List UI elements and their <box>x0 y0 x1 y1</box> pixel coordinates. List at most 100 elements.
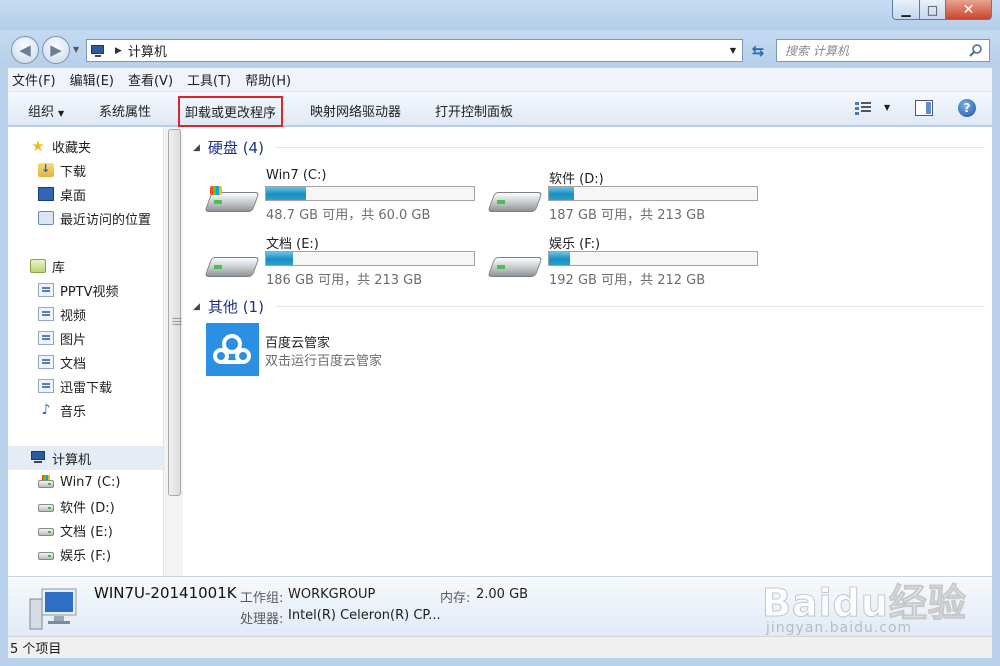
system-drive-icon <box>204 186 260 216</box>
nav-drive-e[interactable]: 文档 (E:) <box>8 519 163 541</box>
menu-help[interactable]: 帮助(H) <box>245 70 291 89</box>
hard-drive-icon <box>38 551 54 560</box>
nav-label: Win7 (C:) <box>60 474 121 490</box>
view-options-dropdown[interactable]: ▼ <box>884 103 890 112</box>
menu-edit[interactable]: 编辑(E) <box>70 70 114 89</box>
maximize-button[interactable]: □ <box>920 0 946 20</box>
nav-lib-music[interactable]: ♪ 音乐 <box>8 399 163 421</box>
nav-label: 图片 <box>60 332 87 348</box>
nav-drive-c[interactable]: Win7 (C:) <box>8 471 163 493</box>
nav-lib-pictures[interactable]: 图片 <box>8 327 163 349</box>
window-controls: ▁ □ ✕ <box>892 0 992 20</box>
drive-usage-fill <box>266 187 306 200</box>
drive-item-f[interactable]: 娱乐 (F:) 192 GB 可用，共 212 GB <box>487 233 779 291</box>
library-icon <box>38 379 54 393</box>
system-drive-icon <box>38 474 54 488</box>
nav-lib-xunlei[interactable]: 迅雷下载 <box>8 375 163 397</box>
nav-label: 迅雷下载 <box>60 380 113 396</box>
status-bar: 5 个项目 <box>8 636 992 658</box>
drive-usage-fill <box>549 187 574 200</box>
nav-computer[interactable]: 计算机 <box>8 446 163 470</box>
nav-lib-videos[interactable]: 视频 <box>8 303 163 325</box>
breadcrumb-separator[interactable]: ▶ <box>115 46 122 56</box>
drive-usage-bar <box>548 186 758 201</box>
item-count: 5 个项目 <box>10 642 62 657</box>
back-button[interactable]: ◀ <box>11 36 39 64</box>
grip-icon: — — — <box>172 313 182 330</box>
nav-drive-f[interactable]: 娱乐 (F:) <box>8 543 163 565</box>
menu-tools[interactable]: 工具(T) <box>187 70 231 89</box>
collapse-triangle-icon[interactable]: ◢ <box>193 143 200 153</box>
app-name: 百度云管家 <box>265 336 331 351</box>
command-toolbar: 组织 ▼ 系统属性 卸载或更改程序 映射网络驱动器 打开控制面板 ▼ ? <box>8 92 992 127</box>
group-divider <box>275 147 985 148</box>
group-title: 其他 (1) <box>207 298 264 316</box>
desktop-icon <box>38 187 54 201</box>
documents-library-icon <box>38 355 54 369</box>
system-properties-button[interactable]: 系统属性 <box>99 101 151 120</box>
change-view-icon[interactable] <box>855 100 873 116</box>
map-network-drive-button[interactable]: 映射网络驱动器 <box>310 101 401 120</box>
memory-label: 内存: <box>440 591 471 606</box>
baidu-cloud-item[interactable]: 百度云管家 双击运行百度云管家 <box>206 323 506 379</box>
drive-item-e[interactable]: 文档 (E:) 186 GB 可用，共 213 GB <box>204 233 496 291</box>
nav-downloads[interactable]: 下载 <box>8 159 163 181</box>
refresh-button[interactable]: ⇆ <box>746 39 770 62</box>
collapse-triangle-icon[interactable]: ◢ <box>193 302 200 312</box>
recent-pages-dropdown[interactable]: ▼ <box>73 45 79 54</box>
drive-usage-bar <box>265 251 475 266</box>
drive-name: 文档 (E:) <box>266 237 319 252</box>
search-icon[interactable] <box>969 43 983 57</box>
nav-label: 软件 (D:) <box>60 500 115 516</box>
window-frame-bottom <box>0 658 1000 666</box>
refresh-icon: ⇆ <box>751 41 765 60</box>
breadcrumb-computer[interactable]: 计算机 <box>128 41 167 60</box>
nav-libraries[interactable]: 库 <box>8 255 163 277</box>
drive-item-c[interactable]: Win7 (C:) 48.7 GB 可用，共 60.0 GB <box>204 168 496 226</box>
group-title: 硬盘 (4) <box>207 139 264 157</box>
search-input[interactable]: 搜索 计算机 <box>776 39 990 62</box>
preview-pane-icon[interactable] <box>915 100 933 116</box>
group-header-hard-disks[interactable]: ◢ 硬盘 (4) <box>193 137 264 158</box>
nav-label: 音乐 <box>60 404 87 420</box>
nav-recent-places[interactable]: 最近访问的位置 <box>8 207 163 229</box>
nav-pane-scrollbar[interactable]: — — — <box>163 127 183 576</box>
drive-space-info: 187 GB 可用，共 213 GB <box>549 208 706 223</box>
open-control-panel-button[interactable]: 打开控制面板 <box>435 101 513 120</box>
menu-file[interactable]: 文件(F) <box>12 70 56 89</box>
organize-label: 组织 <box>28 105 55 120</box>
menu-view[interactable]: 查看(V) <box>128 70 173 89</box>
organize-button[interactable]: 组织 ▼ <box>28 101 64 120</box>
workgroup-label: 工作组: <box>240 591 284 606</box>
drive-usage-bar <box>265 186 475 201</box>
forward-button[interactable]: ▶ <box>42 36 70 64</box>
drive-usage-fill <box>266 252 294 265</box>
address-dropdown[interactable]: ▼ <box>724 40 742 61</box>
nav-label: 收藏夹 <box>52 140 92 156</box>
nav-drive-d[interactable]: 软件 (D:) <box>8 495 163 517</box>
workgroup-value: WORKGROUP <box>288 587 376 602</box>
nav-label: 计算机 <box>52 452 92 468</box>
drive-name: 娱乐 (F:) <box>549 237 601 252</box>
nav-label: 文档 (E:) <box>60 524 113 540</box>
nav-lib-pptv[interactable]: PPTV视频 <box>8 279 163 301</box>
recent-places-icon <box>38 211 54 225</box>
computer-icon <box>30 451 46 465</box>
nav-desktop[interactable]: 桌面 <box>8 183 163 205</box>
minimize-button[interactable]: ▁ <box>892 0 920 20</box>
libraries-icon <box>30 259 46 273</box>
forward-arrow-icon: ▶ <box>50 41 62 59</box>
group-header-other[interactable]: ◢ 其他 (1) <box>193 296 264 317</box>
drive-space-info: 186 GB 可用，共 213 GB <box>266 273 423 288</box>
nav-lib-documents[interactable]: 文档 <box>8 351 163 373</box>
uninstall-program-button[interactable]: 卸载或更改程序 <box>178 96 284 127</box>
hard-drive-icon <box>204 251 260 281</box>
close-button[interactable]: ✕ <box>946 0 992 20</box>
address-bar[interactable]: ▶ 计算机 ▼ <box>86 39 743 62</box>
processor-label: 处理器: <box>240 612 284 627</box>
drive-item-d[interactable]: 软件 (D:) 187 GB 可用，共 213 GB <box>487 168 779 226</box>
drive-space-info: 48.7 GB 可用，共 60.0 GB <box>266 208 431 223</box>
details-pane: WIN7U-20141001K 工作组: WORKGROUP 内存: 2.00 … <box>8 576 992 636</box>
nav-favorites[interactable]: ★ 收藏夹 <box>8 135 163 157</box>
help-icon[interactable]: ? <box>958 99 976 117</box>
